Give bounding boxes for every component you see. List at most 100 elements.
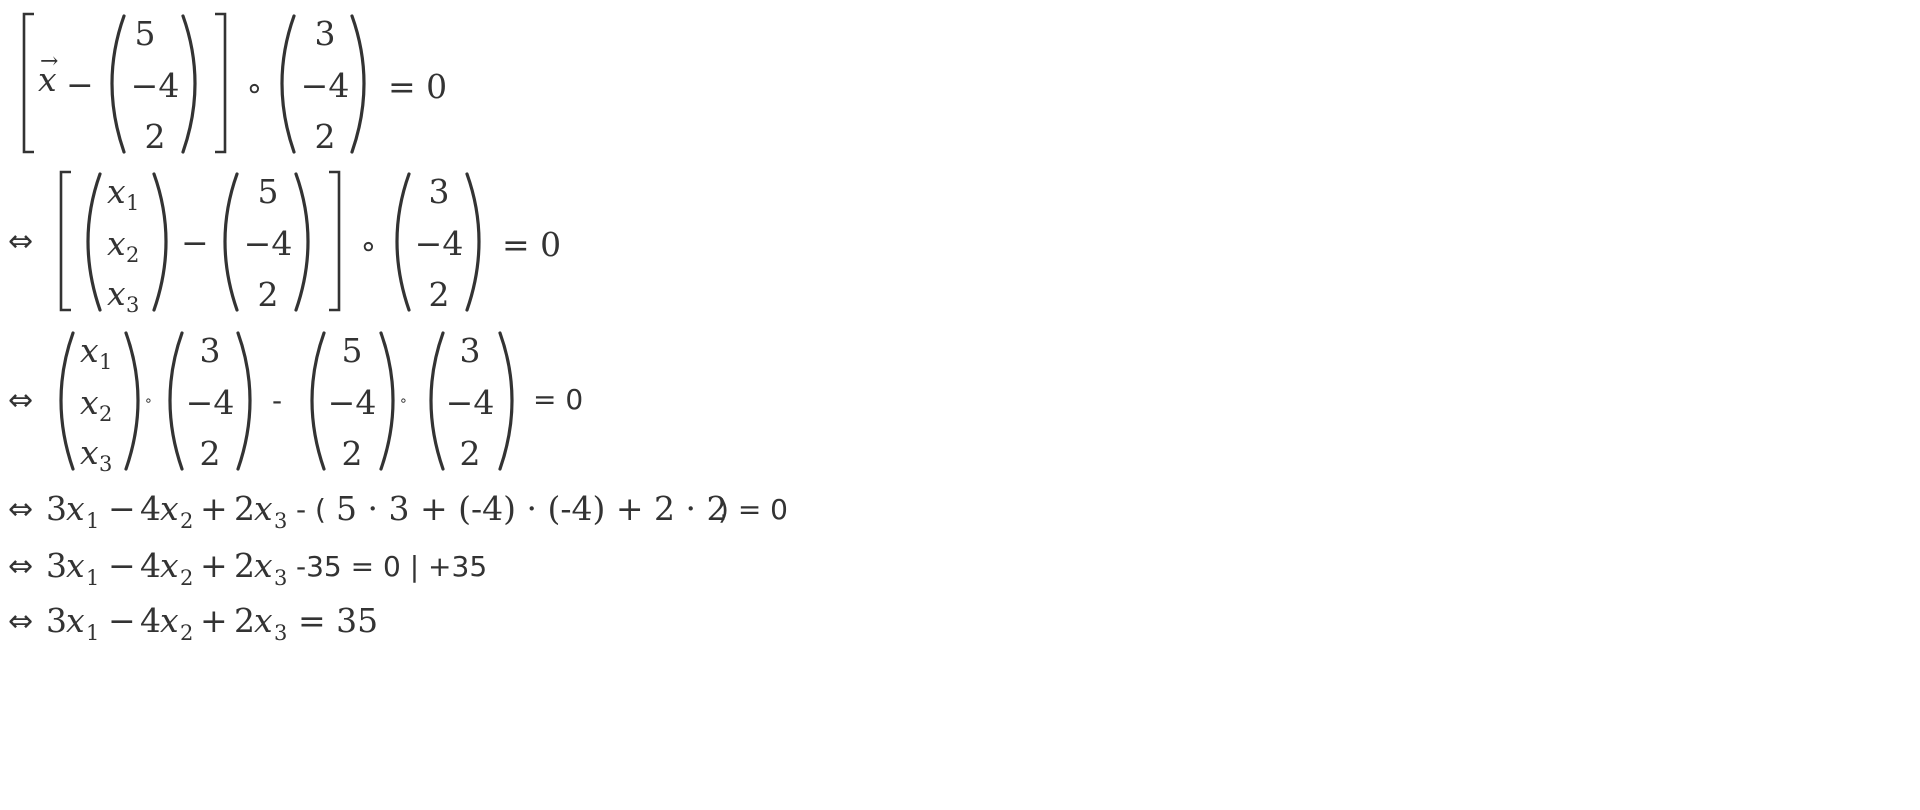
subscript: 1 <box>99 350 112 374</box>
operator: + <box>200 546 228 585</box>
right-paren <box>379 331 395 471</box>
equals-result: = 35 <box>298 601 378 640</box>
subscript: 1 <box>86 566 99 590</box>
minus-sign: − <box>181 223 209 262</box>
equation-line-3: ⇔ x 1 x 2 x 3 ∘ 3 −4 2 - 5 −4 2 ∘ 3 −4 2… <box>0 325 640 476</box>
right-paren <box>181 14 197 154</box>
subscript: 3 <box>99 452 112 476</box>
coefficient: 2 <box>234 546 255 585</box>
right-square-bracket <box>329 170 341 312</box>
vector-entry: x <box>107 172 126 211</box>
vector-entry: 3 <box>460 331 481 370</box>
vector-entry: 2 <box>342 434 363 473</box>
left-square-bracket <box>59 170 71 312</box>
vector-entry: x <box>107 224 126 263</box>
variable: x <box>66 601 85 640</box>
left-paren <box>168 331 184 471</box>
left-square-bracket <box>22 12 34 154</box>
operator: − <box>108 601 136 640</box>
vector-entry: 3 <box>429 172 450 211</box>
minus-sign: - <box>272 384 282 417</box>
vector-entry: 5 <box>342 331 363 370</box>
subscript: 2 <box>99 402 112 426</box>
equation-line-1: x → − 5 −4 2 ∘ 3 −4 2 = 0 <box>0 8 520 158</box>
vector-entry: 5 <box>258 172 279 211</box>
variable: x <box>160 489 179 528</box>
coefficient: 2 <box>234 601 255 640</box>
right-paren <box>236 331 252 471</box>
left-paren <box>59 331 75 471</box>
vector-entry: 2 <box>315 117 336 156</box>
right-paren <box>465 172 481 312</box>
left-paren <box>310 331 326 471</box>
expression-tail: -35 = 0 | +35 <box>296 550 487 583</box>
subscript: 3 <box>274 566 287 590</box>
vector-entry: −4 <box>328 383 377 422</box>
vector-entry: 2 <box>258 275 279 314</box>
left-paren <box>395 172 411 312</box>
variable: x <box>254 601 273 640</box>
equation-line-6: ⇔ 3 x 1 − 4 x 2 + 2 x 3 = 35 <box>0 598 420 648</box>
subscript: 3 <box>274 621 287 645</box>
right-paren <box>498 331 514 471</box>
vector-entry: x <box>80 331 99 370</box>
coefficient: 4 <box>140 489 161 528</box>
variable: x <box>66 546 85 585</box>
vector-arrow: → <box>40 49 58 74</box>
circ-operator: ∘ <box>245 71 264 106</box>
subscript: 1 <box>86 621 99 645</box>
iff-symbol: ⇔ <box>8 549 33 584</box>
left-paren <box>280 14 296 154</box>
vector-entry: −4 <box>301 66 350 105</box>
variable: x <box>66 489 85 528</box>
subscript: 2 <box>126 243 139 267</box>
dot-operator: ∘ <box>144 393 153 409</box>
coefficient: 3 <box>46 601 67 640</box>
operator: + <box>200 601 228 640</box>
equation-line-5: ⇔ 3 x 1 − 4 x 2 + 2 x 3 -35 = 0 | +35 <box>0 543 600 593</box>
vector-entry: −4 <box>415 224 464 263</box>
expression-tail: ) = 0 <box>718 493 788 526</box>
subscript: 2 <box>180 621 193 645</box>
subscript: 1 <box>86 509 99 533</box>
variable: x <box>160 546 179 585</box>
circ-operator: ∘ <box>359 229 378 264</box>
vector-entry: x <box>80 433 99 472</box>
right-square-bracket <box>215 12 227 154</box>
iff-symbol: ⇔ <box>8 383 33 418</box>
equation-line-2: ⇔ x 1 x 2 x 3 − 5 −4 2 ∘ 3 −4 2 = 0 <box>0 166 620 317</box>
expression-middle: - ( <box>296 493 326 526</box>
left-paren <box>429 331 445 471</box>
iff-symbol: ⇔ <box>8 224 33 259</box>
inner-expression: 5 · 3 + (-4) · (-4) + 2 · 2 <box>336 489 727 528</box>
dot-operator: ∘ <box>399 393 408 409</box>
coefficient: 4 <box>140 546 161 585</box>
vector-entry: 2 <box>200 434 221 473</box>
equation-line-4: ⇔ 3 x 1 − 4 x 2 + 2 x 3 - ( 5 · 3 + (-4)… <box>0 486 800 536</box>
variable: x <box>254 489 273 528</box>
left-paren <box>86 172 102 312</box>
equals-zero: = 0 <box>533 383 583 416</box>
coefficient: 2 <box>234 489 255 528</box>
vector-entry: −4 <box>446 383 495 422</box>
vector-entry: 3 <box>200 331 221 370</box>
coefficient: 3 <box>46 489 67 528</box>
right-paren <box>350 14 366 154</box>
variable: x <box>254 546 273 585</box>
subscript: 3 <box>274 509 287 533</box>
coefficient: 3 <box>46 546 67 585</box>
left-paren <box>110 14 126 154</box>
vector-entry: 2 <box>460 434 481 473</box>
vector-entry: 2 <box>145 117 166 156</box>
iff-symbol: ⇔ <box>8 604 33 639</box>
operator: + <box>200 489 228 528</box>
operator: − <box>108 546 136 585</box>
vector-entry: 5 <box>135 14 156 53</box>
vector-entry: −4 <box>244 224 293 263</box>
subscript: 3 <box>126 293 139 317</box>
equals-zero: = 0 <box>388 67 447 106</box>
equals-zero: = 0 <box>502 225 561 264</box>
vector-entry: −4 <box>131 66 180 105</box>
subscript: 1 <box>126 191 139 215</box>
iff-symbol: ⇔ <box>8 492 33 527</box>
